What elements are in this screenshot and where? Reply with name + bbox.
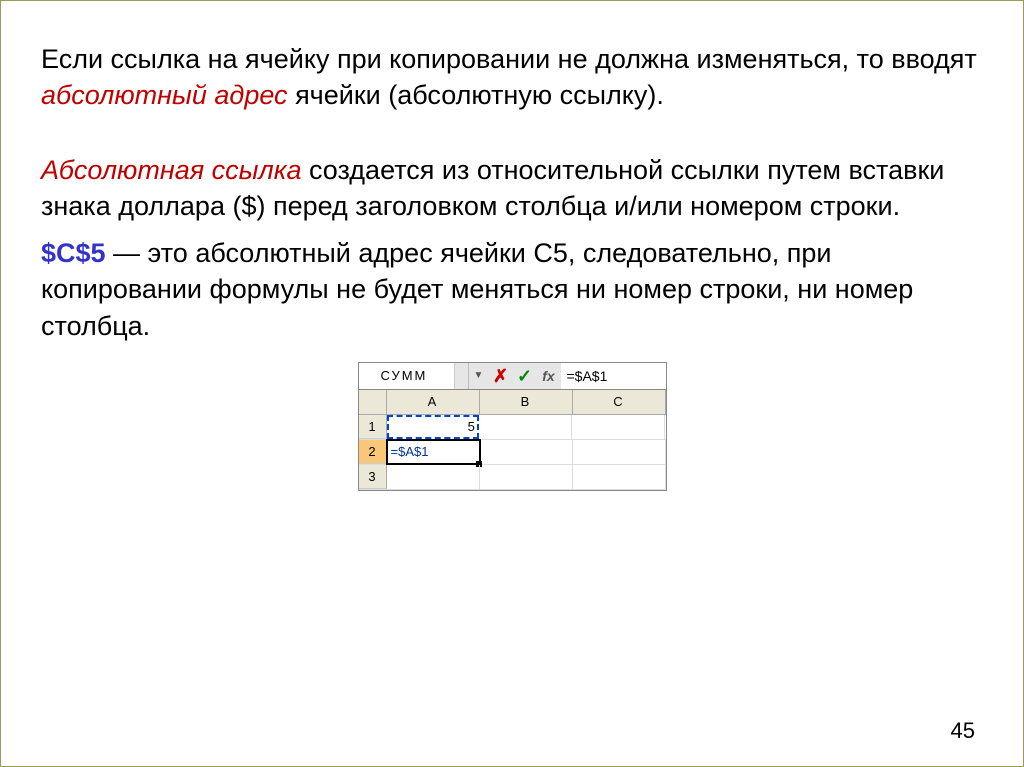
- table-row: 3: [359, 465, 666, 490]
- cell-a2-value: =$A$1: [391, 443, 429, 461]
- cell-c2[interactable]: [573, 440, 666, 464]
- formula-text: =$A$1: [567, 367, 608, 386]
- fx-button[interactable]: fx: [537, 363, 561, 389]
- fx-label: fx: [542, 367, 554, 386]
- row-header-3[interactable]: 3: [359, 465, 387, 489]
- confirm-button[interactable]: ✓: [513, 363, 537, 389]
- cancel-icon: ✗: [493, 364, 508, 388]
- p3-strong: $C$5: [41, 238, 106, 268]
- formula-buttons: ✗ ✓ fx: [489, 363, 561, 389]
- spreadsheet-grid: A B C 1 5 2 =$A$1 3: [358, 390, 667, 491]
- cell-b1[interactable]: [479, 415, 572, 439]
- cell-a1[interactable]: 5: [387, 415, 479, 439]
- cell-a1-value: 5: [468, 418, 475, 436]
- formula-input[interactable]: =$A$1: [561, 363, 666, 389]
- cell-b2[interactable]: [480, 440, 573, 464]
- cell-c3[interactable]: [573, 465, 666, 489]
- confirm-icon: ✓: [517, 364, 532, 388]
- table-row: 2 =$A$1: [359, 440, 666, 465]
- column-header-row: A B C: [359, 390, 666, 415]
- table-row: 1 5: [359, 415, 666, 440]
- name-box-divider: [454, 363, 468, 389]
- p1-text1: Если ссылка на ячейку при копировании не…: [41, 44, 977, 74]
- paragraph-2: Абсолютная ссылка создается из относител…: [41, 152, 983, 225]
- cell-a3[interactable]: [387, 465, 480, 489]
- name-box-value: СУММ: [381, 367, 428, 385]
- cell-b3[interactable]: [480, 465, 573, 489]
- dropdown-icon[interactable]: ▼: [469, 363, 489, 389]
- col-header-a[interactable]: A: [387, 390, 480, 414]
- p1-emphasis: абсолютный адрес: [41, 80, 288, 110]
- col-header-b[interactable]: B: [480, 390, 573, 414]
- page-number: 45: [951, 718, 975, 744]
- paragraph-3: $C$5 — это абсолютный адрес ячейки С5, с…: [41, 235, 983, 344]
- p3-text1: — это абсолютный адрес ячейки С5, следов…: [41, 238, 913, 341]
- cell-a2[interactable]: =$A$1: [387, 440, 480, 464]
- paragraph-1: Если ссылка на ячейку при копировании не…: [41, 41, 983, 114]
- excel-figure: СУММ ▼ ✗ ✓ fx =$A$1 A B C 1 5: [358, 362, 667, 491]
- row-header-2[interactable]: 2: [359, 440, 387, 464]
- name-box[interactable]: СУММ: [359, 363, 469, 389]
- p1-text2: ячейки (абсолютную ссылку).: [288, 80, 664, 110]
- formula-bar: СУММ ▼ ✗ ✓ fx =$A$1: [358, 362, 667, 390]
- col-header-c[interactable]: C: [573, 390, 666, 414]
- cancel-button[interactable]: ✗: [489, 363, 513, 389]
- cell-c1[interactable]: [572, 415, 665, 439]
- select-all-corner[interactable]: [359, 390, 387, 414]
- row-header-1[interactable]: 1: [359, 415, 387, 439]
- p2-emphasis: Абсолютная ссылка: [41, 155, 302, 185]
